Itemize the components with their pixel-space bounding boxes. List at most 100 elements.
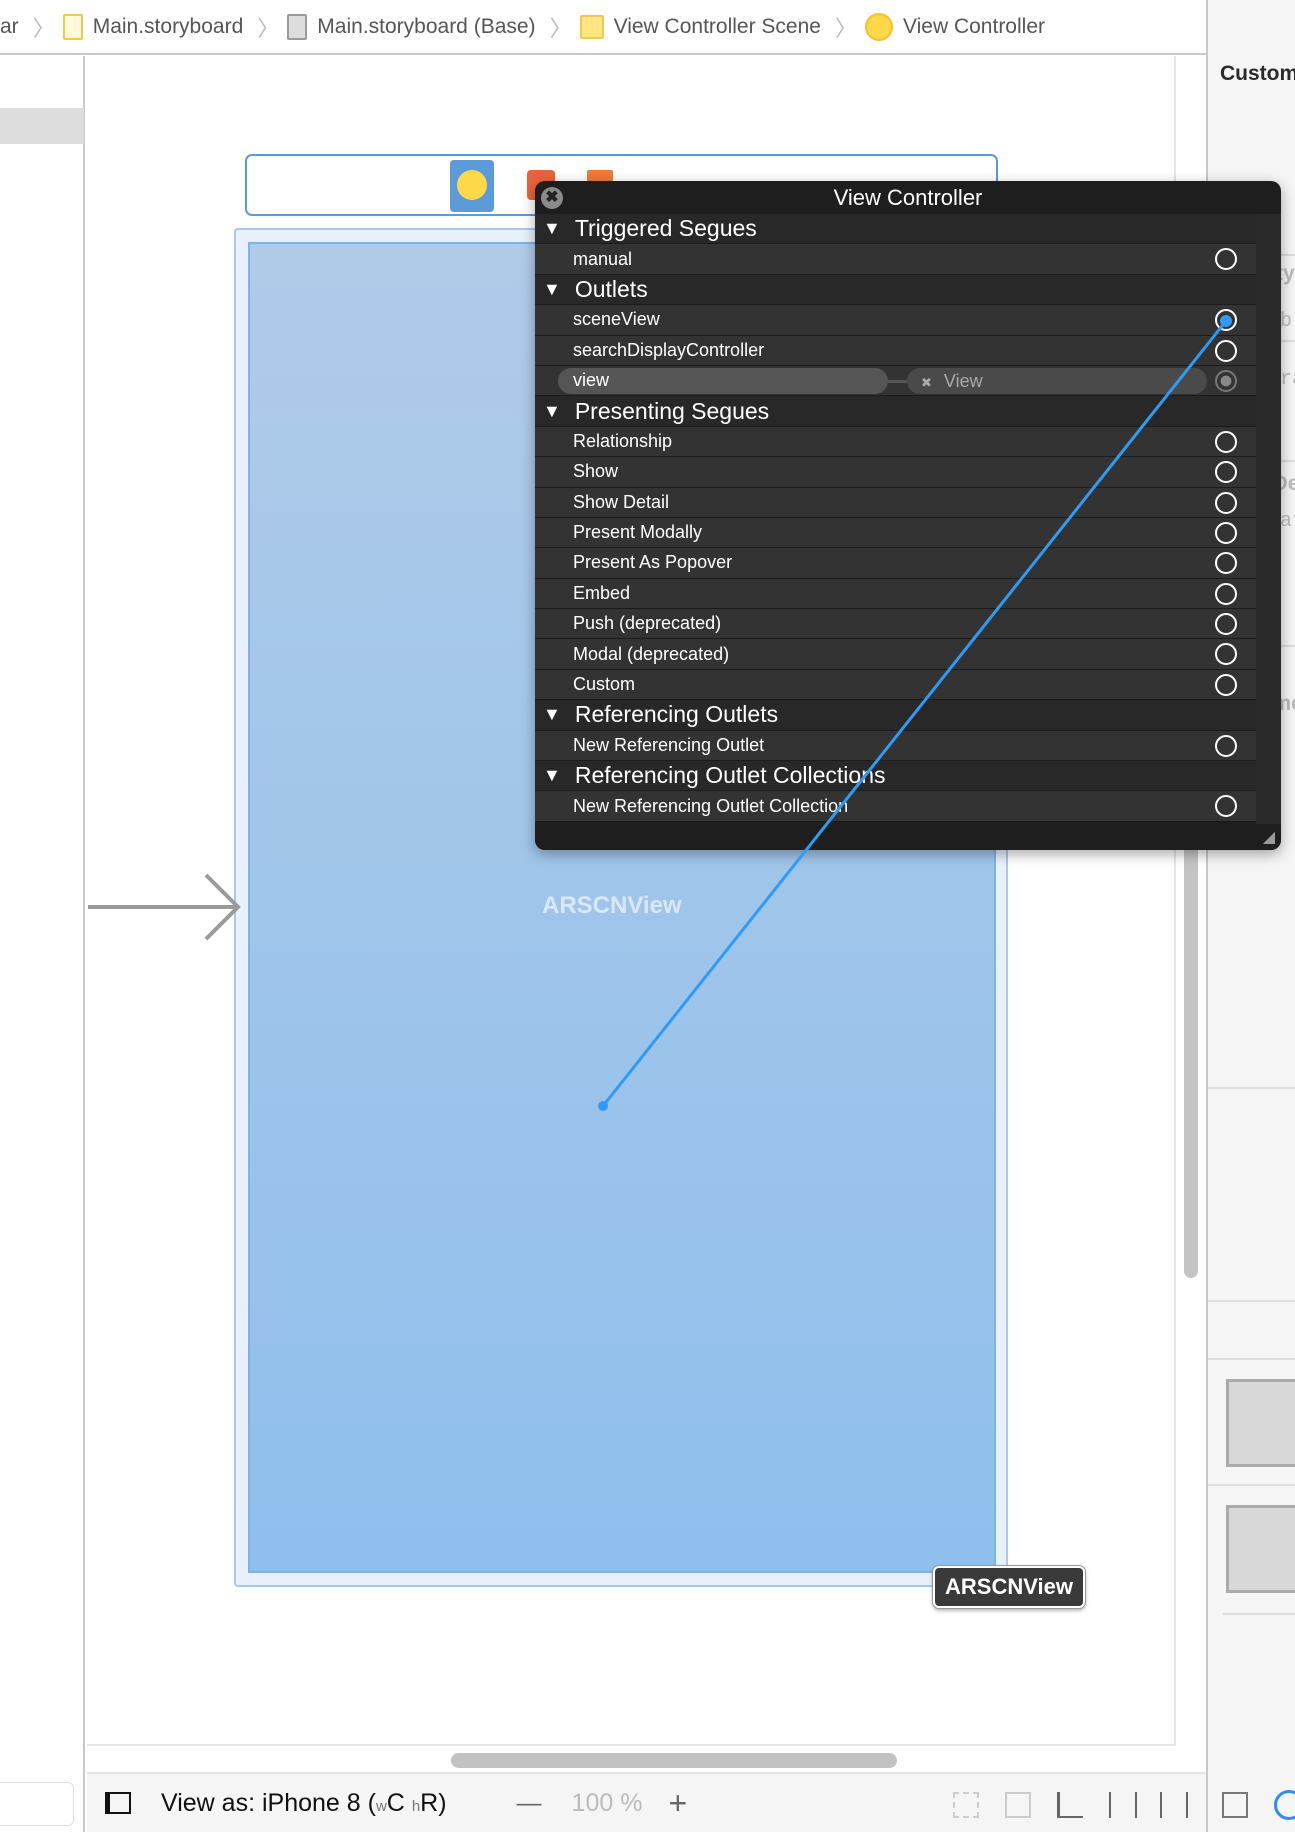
breadcrumb-item[interactable]: View Controller Scene [579, 14, 821, 39]
connection-well-icon[interactable] [1215, 369, 1237, 392]
disclosure-triangle-icon[interactable]: ▼ [543, 401, 561, 422]
view-controller-dock-icon[interactable] [450, 160, 494, 212]
connections-list: ▼ Triggered Segues manual ▼ Outlets sceneView… [535, 214, 1256, 822]
connection-row: Present Modally [535, 517, 1256, 549]
width-class-label: w [375, 1797, 387, 1815]
zoom-out-button[interactable]: — [517, 1789, 542, 1818]
connection-well-icon[interactable] [1215, 582, 1237, 605]
horizontal-scrollbar[interactable] [451, 1753, 897, 1768]
chevron-right-icon: 〉 [834, 15, 857, 41]
connection-row: New Referencing Outlet Collection [535, 791, 1256, 822]
connection-well-icon[interactable] [1215, 461, 1237, 484]
height-class-label: h [411, 1797, 421, 1815]
selection-badge: ARSCNView [933, 1566, 1085, 1608]
row-label: Triggered Segues [574, 215, 757, 242]
connection-row: Push (deprecated) [535, 609, 1256, 640]
storyboard-base-icon [287, 13, 308, 40]
connection-well-icon[interactable] [1215, 643, 1237, 666]
update-frames-icon[interactable] [953, 1792, 979, 1818]
breadcrumb-label: Main.storyboard (Base) [317, 14, 536, 38]
row-label: view [573, 370, 610, 391]
connection-well-icon[interactable] [1215, 430, 1237, 453]
canvas-bottom-bar: View as: iPhone 8 (wC hR) — 100 % + [87, 1772, 1206, 1832]
row-label: sceneView [573, 309, 660, 330]
chevron-right-icon: 〉 [549, 15, 572, 41]
library-filter-icon[interactable] [1274, 1790, 1295, 1820]
connection-well-icon[interactable] [1215, 521, 1237, 544]
section-header[interactable]: ▼ Referencing Outlet Collections [535, 761, 1256, 792]
connection-row: Show [535, 457, 1256, 488]
row-label: Relationship [573, 430, 673, 451]
connection-row: manual [535, 244, 1256, 275]
connection-row: Present As Popover [535, 548, 1256, 579]
connection-well-icon[interactable] [1215, 795, 1237, 818]
disclosure-triangle-icon[interactable]: ▼ [543, 279, 561, 300]
connection-row: Relationship [535, 426, 1256, 458]
breadcrumb-label: View Controller Scene [613, 14, 821, 38]
align-icon[interactable] [1057, 1792, 1083, 1818]
row-label: Presenting Segues [574, 397, 770, 424]
storyboard-file-icon [62, 13, 83, 40]
connection-well-icon[interactable] [1215, 673, 1237, 696]
connection-row: Modal (deprecated) [535, 639, 1256, 670]
row-label: Embed [573, 582, 631, 603]
connected-object-label: View [943, 370, 983, 391]
connection-row: searchDisplayController [535, 335, 1256, 366]
connection-well-icon[interactable] [1215, 309, 1237, 332]
row-label: manual [573, 248, 633, 269]
breadcrumb-label: Main.storyboard [92, 14, 244, 38]
library-item-scenekit-icon[interactable] [1226, 1379, 1295, 1467]
row-label: Custom [573, 674, 636, 695]
add-constraints-icon[interactable] [1109, 1792, 1137, 1818]
popup-scrollbar[interactable] [1256, 214, 1281, 824]
connected-object-pill[interactable]: ✖ View [907, 367, 1207, 394]
disconnect-icon[interactable]: ✖ [921, 375, 932, 390]
popup-footer: ◢ [535, 824, 1281, 850]
view-as-device-button[interactable]: View as: iPhone 8 (wC hR) [161, 1789, 447, 1818]
height-class-value: R) [420, 1788, 447, 1817]
breadcrumb-item[interactable]: ar [0, 15, 19, 39]
connection-well-icon[interactable] [1215, 552, 1237, 575]
breadcrumb-item[interactable]: Main.storyboard [62, 13, 244, 40]
connection-well-icon[interactable] [1215, 248, 1237, 271]
row-label: searchDisplayController [573, 339, 765, 360]
navigator-filter-field[interactable] [0, 1782, 74, 1826]
arscnview-label: ARSCNView [542, 892, 682, 919]
section-header[interactable]: ▼ Referencing Outlets [535, 700, 1256, 731]
close-icon[interactable]: ✖ [541, 187, 563, 209]
section-header[interactable]: ▼ Triggered Segues [535, 214, 1256, 245]
library-grid-icon[interactable] [1222, 1792, 1248, 1818]
breadcrumb-item[interactable]: Main.storyboard (Base) [287, 13, 536, 40]
connection-well-icon[interactable] [1215, 491, 1237, 514]
row-label: Modal (deprecated) [573, 643, 730, 664]
breadcrumb-label: View Controller [902, 14, 1045, 38]
breadcrumb-item[interactable]: View Controller [864, 12, 1045, 41]
connection-well-icon[interactable] [1215, 613, 1237, 636]
row-label: New Referencing Outlet Collection [573, 795, 849, 816]
connections-popup: View Controller ✖ ▼ Triggered Segues manua… [535, 181, 1281, 850]
connection-well-icon[interactable] [1215, 734, 1237, 757]
embed-in-stack-icon[interactable] [1005, 1792, 1031, 1818]
navigator-pane [0, 56, 85, 1832]
connection-well-icon[interactable] [1215, 339, 1237, 362]
zoom-level: 100 % [571, 1788, 643, 1817]
resize-handle-icon[interactable]: ◢ [1263, 827, 1275, 847]
vertical-scrollbar[interactable] [1184, 818, 1198, 1278]
zoom-in-button[interactable]: + [668, 1785, 687, 1822]
section-header[interactable]: ▼ Outlets [535, 274, 1256, 306]
section-header[interactable]: ▼ Presenting Segues [535, 396, 1256, 427]
navigator-selected-row[interactable] [0, 108, 84, 144]
toggle-outline-icon[interactable] [105, 1792, 131, 1814]
disclosure-triangle-icon[interactable]: ▼ [543, 765, 561, 786]
view-as-label: View as: iPhone 8 ( [161, 1788, 376, 1817]
disclosure-triangle-icon[interactable]: ▼ [543, 218, 561, 239]
row-label: Present Modally [573, 522, 703, 543]
width-class-value: C [386, 1788, 405, 1817]
row-label: Show Detail [573, 491, 670, 512]
row-label: Present As Popover [573, 552, 733, 573]
connection-row: Embed [535, 578, 1256, 610]
breadcrumb-label: ar [0, 14, 19, 38]
library-item-particles-icon[interactable] [1226, 1505, 1295, 1593]
resolve-autolayout-icon[interactable] [1160, 1792, 1188, 1818]
disclosure-triangle-icon[interactable]: ▼ [543, 704, 561, 725]
